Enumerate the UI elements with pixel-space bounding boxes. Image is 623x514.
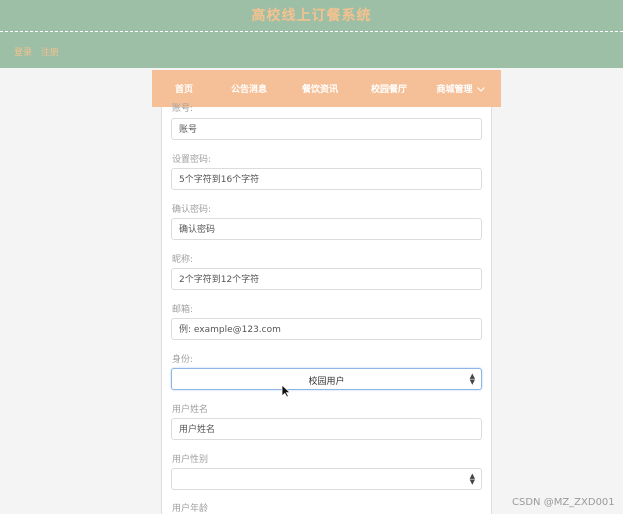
identity-select[interactable]: 校园用户 ▲ ▼	[171, 368, 482, 390]
nav-home[interactable]: 首页	[152, 82, 216, 95]
site-title: 高校线上订餐系统	[251, 8, 372, 24]
up-down-caret-icon: ▲ ▼	[469, 472, 475, 486]
nav-mall-management[interactable]: 商城管理	[420, 82, 501, 95]
up-down-caret-icon: ▲ ▼	[469, 372, 475, 386]
register-link[interactable]: 注册	[41, 48, 59, 58]
chevron-down-icon	[476, 85, 485, 94]
mouse-pointer-icon	[281, 384, 291, 398]
auth-links: 登录 注册	[14, 45, 65, 58]
identity-label: 身份:	[172, 355, 194, 365]
user-gender-label: 用户性别	[172, 455, 209, 465]
login-link[interactable]: 登录	[14, 48, 32, 58]
site-header: 高校线上订餐系统 登录 注册	[0, 0, 623, 68]
user-name-input[interactable]: 用户姓名	[171, 418, 482, 440]
password-input[interactable]: 5个字符到16个字符	[171, 168, 482, 190]
nav-announcements[interactable]: 公告消息	[216, 82, 282, 95]
nickname-label: 昵称:	[172, 255, 194, 265]
account-input[interactable]: 账号	[171, 118, 482, 140]
watermark: CSDN @MZ_ZXD001	[512, 497, 615, 508]
user-name-label: 用户姓名	[172, 405, 209, 415]
email-label: 邮箱:	[172, 305, 194, 315]
registration-form: 账号: 账号 设置密码: 5个字符到16个字符 确认密码: 确认密码 昵称: 2…	[161, 104, 492, 514]
main-nav: 首页 公告消息 餐饮资讯 校园餐厅 商城管理	[152, 70, 501, 107]
confirm-password-input[interactable]: 确认密码	[171, 218, 482, 240]
nav-campus-restaurants[interactable]: 校园餐厅	[358, 82, 420, 95]
header-divider	[0, 31, 623, 32]
nav-mall-management-label: 商城管理	[436, 85, 473, 95]
email-input[interactable]: 例: example@123.com	[171, 318, 482, 340]
confirm-password-label: 确认密码:	[172, 205, 212, 215]
password-label: 设置密码:	[172, 155, 212, 165]
nav-dining-news[interactable]: 餐饮资讯	[282, 82, 358, 95]
account-label: 账号:	[172, 104, 194, 114]
user-gender-select[interactable]: ▲ ▼	[171, 468, 482, 490]
identity-select-value: 校园用户	[308, 377, 345, 387]
user-age-label: 用户年龄	[172, 504, 209, 514]
nickname-input[interactable]: 2个字符到12个字符	[171, 268, 482, 290]
